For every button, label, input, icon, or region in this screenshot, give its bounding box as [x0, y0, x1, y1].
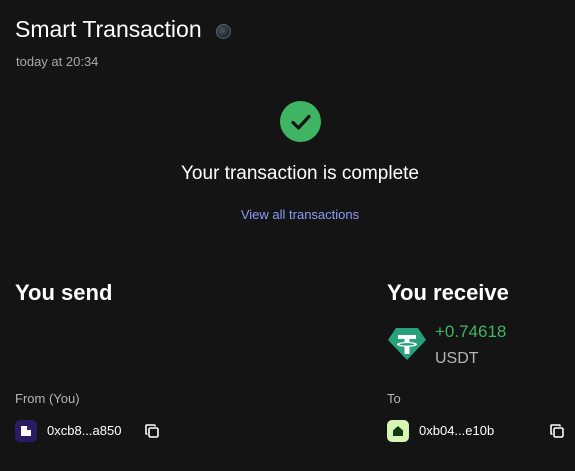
to-address: 0xb04...e10b [419, 423, 495, 438]
copy-icon[interactable] [144, 423, 160, 439]
timestamp: today at 20:34 [16, 54, 99, 69]
header: Smart Transaction [15, 14, 231, 44]
to-label: To [387, 391, 401, 406]
receive-token-symbol: USDT [435, 350, 479, 367]
recipient-avatar [387, 420, 409, 442]
copy-icon[interactable] [549, 423, 565, 439]
status-message: Your transaction is complete [181, 163, 419, 184]
sender-avatar [15, 420, 37, 442]
send-heading: You send [15, 280, 113, 305]
page-title: Smart Transaction [15, 16, 202, 42]
from-address: 0xcb8...a850 [47, 423, 122, 438]
receive-heading: You receive [387, 280, 509, 305]
receive-amount: +0.74618 [435, 322, 507, 341]
view-all-transactions-link[interactable]: View all transactions [0, 207, 575, 222]
network-icon [215, 23, 231, 39]
transaction-detail-page: Smart Transaction today at 20:34 Your tr… [0, 0, 575, 471]
check-circle-icon [280, 101, 321, 142]
from-label: From (You) [15, 391, 80, 406]
tether-icon [388, 328, 426, 360]
